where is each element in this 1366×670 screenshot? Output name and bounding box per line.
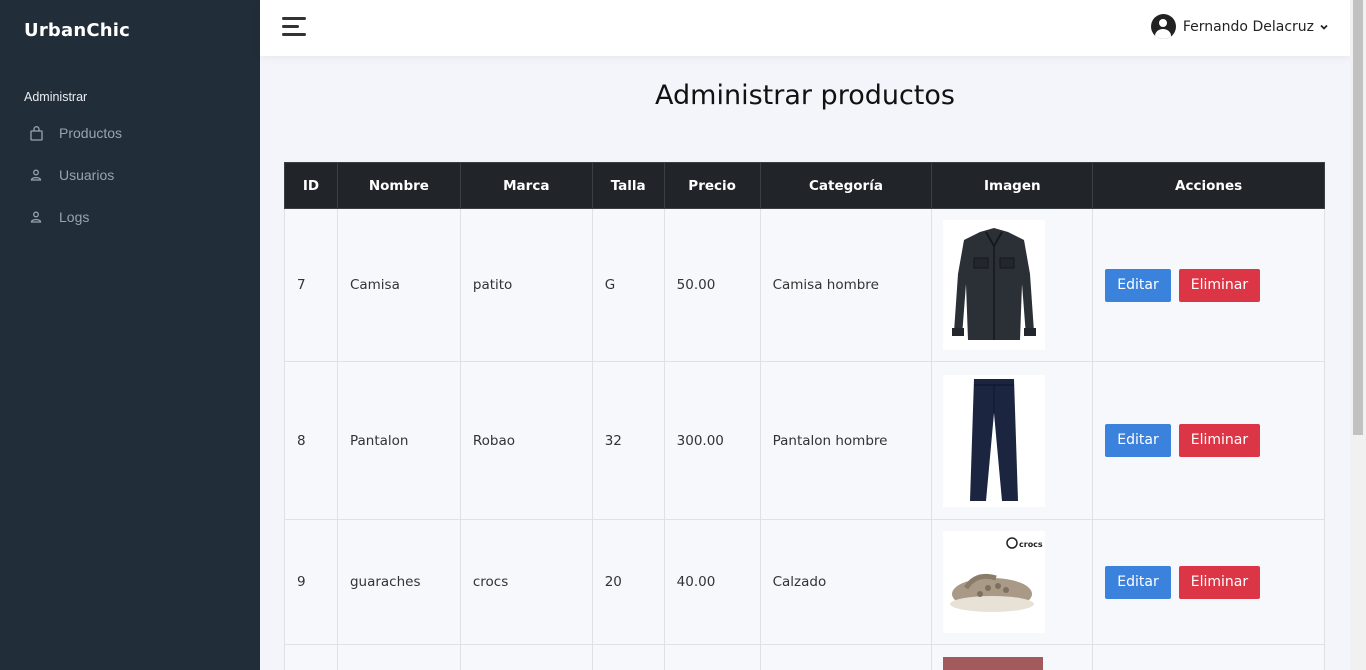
cell-talla: G <box>591 208 665 362</box>
user-name: Fernando Delacruz <box>1182 18 1314 35</box>
chevron-down-icon <box>1320 24 1328 30</box>
crocs-image: crocs <box>943 531 1046 633</box>
sidebar-item-label: Logs <box>59 209 90 225</box>
edit-button[interactable]: Editar <box>1105 565 1171 599</box>
cell-talla: 32 <box>591 361 665 520</box>
edit-button[interactable]: Editar <box>1105 268 1171 302</box>
delete-button[interactable]: Eliminar <box>1178 424 1261 457</box>
cell-categoria: Calzado <box>759 519 933 645</box>
cell-imagen <box>931 644 1094 670</box>
cell-nombre: guaraches <box>336 519 461 645</box>
sidebar-item-label: Productos <box>59 125 123 141</box>
sidebar: UrbanChic Administrar Productos Usuarios… <box>0 0 260 670</box>
cell-marca: patito <box>459 208 593 362</box>
cell-precio: 40.00 <box>663 519 761 645</box>
topbar: Fernando Delacruz <box>260 0 1350 56</box>
user-circle-icon <box>1150 14 1176 39</box>
product-image <box>943 657 1044 670</box>
cell-precio: 300.00 <box>663 361 761 520</box>
column-header: Nombre <box>336 162 461 209</box>
cell-id: 8 <box>284 361 338 520</box>
cell-talla: 20 <box>591 519 665 645</box>
crocs-logo-text: crocs <box>1019 540 1043 549</box>
column-header: ID <box>284 162 338 209</box>
table-row <box>284 644 1325 670</box>
user-menu[interactable]: Fernando Delacruz <box>1150 14 1328 39</box>
cell-id: 7 <box>284 208 338 362</box>
table-header-row: ID Nombre Marca Talla Precio Categoría I… <box>284 162 1325 209</box>
scrollbar-thumb[interactable] <box>1353 0 1363 435</box>
page-scrollbar[interactable] <box>1350 0 1366 670</box>
sidebar-item-productos[interactable]: Productos <box>28 122 122 144</box>
table-row: 8 Pantalon Robao 32 300.00 Pantalon homb… <box>284 361 1325 520</box>
delete-button[interactable]: Eliminar <box>1178 268 1261 302</box>
products-table: ID Nombre Marca Talla Precio Categoría I… <box>284 162 1325 670</box>
cell-acciones: Editar Eliminar <box>1092 208 1325 362</box>
column-header: Marca <box>459 162 593 209</box>
cell-imagen: crocs <box>931 519 1094 645</box>
bag-icon <box>28 125 44 141</box>
column-header: Categoría <box>759 162 933 209</box>
column-header: Imagen <box>931 162 1094 209</box>
sidebar-item-logs[interactable]: Logs <box>28 206 89 228</box>
cell-imagen <box>931 361 1094 520</box>
cell-marca: crocs <box>459 519 593 645</box>
delete-button[interactable]: Eliminar <box>1178 565 1261 599</box>
table-row: 9 guaraches crocs 20 40.00 Calzado crocs <box>284 519 1325 645</box>
cell-marca: Robao <box>459 361 593 520</box>
sidebar-item-usuarios[interactable]: Usuarios <box>28 164 114 186</box>
column-header: Talla <box>591 162 665 209</box>
table-row: 7 Camisa patito G 50.00 Camisa hombre Ed… <box>284 208 1325 362</box>
user-icon <box>28 167 44 183</box>
cell-id: 9 <box>284 519 338 645</box>
sidebar-item-label: Usuarios <box>59 167 115 183</box>
page-title: Administrar productos <box>655 80 955 111</box>
column-header: Acciones <box>1092 162 1325 209</box>
cell-imagen <box>931 208 1094 362</box>
cell-nombre: Camisa <box>336 208 461 362</box>
column-header: Precio <box>663 162 761 209</box>
edit-button[interactable]: Editar <box>1105 424 1171 457</box>
brand-logo[interactable]: UrbanChic <box>24 20 130 41</box>
cell-nombre: Pantalon <box>336 361 461 520</box>
pants-image <box>943 374 1046 507</box>
cell-acciones: Editar Eliminar <box>1092 519 1325 645</box>
user-icon <box>28 209 44 225</box>
cell-categoria: Pantalon hombre <box>759 361 933 520</box>
cell-acciones: Editar Eliminar <box>1092 361 1325 520</box>
cell-precio: 50.00 <box>663 208 761 362</box>
sidebar-section-label: Administrar <box>24 90 88 104</box>
cell-categoria: Camisa hombre <box>759 208 933 362</box>
shirt-image <box>943 220 1046 350</box>
hamburger-icon[interactable] <box>282 17 306 37</box>
